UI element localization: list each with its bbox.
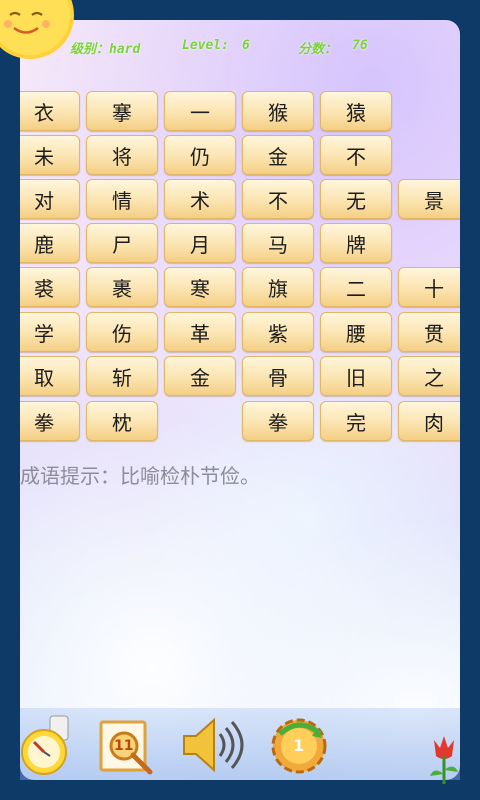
char-tile[interactable]: 猿 bbox=[320, 91, 392, 131]
clock-icon[interactable] bbox=[20, 712, 72, 778]
char-tile[interactable]: 鹿 bbox=[20, 223, 80, 263]
char-tile[interactable]: 无 bbox=[320, 179, 392, 219]
char-tile[interactable]: 十 bbox=[398, 267, 460, 307]
char-tile[interactable]: 将 bbox=[86, 135, 158, 175]
char-tile[interactable]: 马 bbox=[242, 223, 314, 263]
level-label: Level: bbox=[182, 38, 229, 53]
char-tile[interactable]: 拳 bbox=[20, 401, 80, 441]
char-tile[interactable]: 取 bbox=[20, 356, 80, 396]
char-tile[interactable]: 对 bbox=[20, 179, 80, 219]
char-tile[interactable]: 牌 bbox=[320, 223, 392, 263]
char-tile[interactable]: 不 bbox=[320, 135, 392, 175]
char-tile[interactable]: 不 bbox=[242, 179, 314, 219]
char-tile[interactable]: 腰 bbox=[320, 312, 392, 352]
char-tile[interactable]: 拳 bbox=[242, 401, 314, 441]
char-tile[interactable]: 景 bbox=[398, 179, 460, 219]
level-value: 6 bbox=[242, 38, 250, 53]
char-tile[interactable]: 一 bbox=[164, 91, 236, 131]
idiom-hint: 成语提示：比喻检朴节俭。 bbox=[20, 464, 260, 488]
char-tile[interactable]: 旗 bbox=[242, 267, 314, 307]
char-tile[interactable]: 贯 bbox=[398, 312, 460, 352]
gear-badge: 1 bbox=[293, 736, 305, 755]
char-tile[interactable]: 术 bbox=[164, 179, 236, 219]
search-badge: 11 bbox=[114, 738, 134, 754]
tulip-icon bbox=[430, 736, 458, 784]
char-tile[interactable]: 革 bbox=[164, 312, 236, 352]
char-tile[interactable]: 尸 bbox=[86, 223, 158, 263]
score-value: 76 bbox=[352, 38, 368, 53]
char-tile[interactable]: 情 bbox=[86, 179, 158, 219]
score-label: 分数： bbox=[298, 42, 338, 57]
char-tile[interactable]: 斩 bbox=[86, 356, 158, 396]
char-tile[interactable]: 肉 bbox=[398, 401, 460, 441]
char-tile[interactable]: 紫 bbox=[242, 312, 314, 352]
char-tile[interactable]: 衣 bbox=[20, 91, 80, 131]
char-tile[interactable]: 金 bbox=[242, 135, 314, 175]
char-tile[interactable]: 二 bbox=[320, 267, 392, 307]
char-tile[interactable]: 寒 bbox=[164, 267, 236, 307]
char-tile[interactable]: 仍 bbox=[164, 135, 236, 175]
char-tile[interactable]: 完 bbox=[320, 401, 392, 441]
char-tile[interactable]: 学 bbox=[20, 312, 80, 352]
char-tile[interactable]: 之 bbox=[398, 356, 460, 396]
speaker-icon[interactable] bbox=[180, 712, 246, 778]
char-tile[interactable]: 枕 bbox=[86, 401, 158, 441]
char-tile[interactable]: 金 bbox=[164, 356, 236, 396]
sun-icon bbox=[0, 0, 74, 59]
char-tile[interactable]: 月 bbox=[164, 223, 236, 263]
char-tile[interactable]: 裘 bbox=[20, 267, 80, 307]
char-tile[interactable]: 骨 bbox=[242, 356, 314, 396]
difficulty-label: 级别：hard bbox=[70, 42, 141, 57]
char-tile[interactable]: 旧 bbox=[320, 356, 392, 396]
character-board: 衣搴一猴猿未将仍金不对情术不无景鹿尸月马牌裘裹寒旗二十学伤革紫腰贯取斩金骨旧之拳… bbox=[20, 91, 460, 443]
char-tile[interactable]: 裹 bbox=[86, 267, 158, 307]
char-tile[interactable]: 伤 bbox=[86, 312, 158, 352]
char-tile[interactable]: 未 bbox=[20, 135, 80, 175]
char-tile[interactable]: 搴 bbox=[86, 91, 158, 131]
char-tile[interactable]: 猴 bbox=[242, 91, 314, 131]
